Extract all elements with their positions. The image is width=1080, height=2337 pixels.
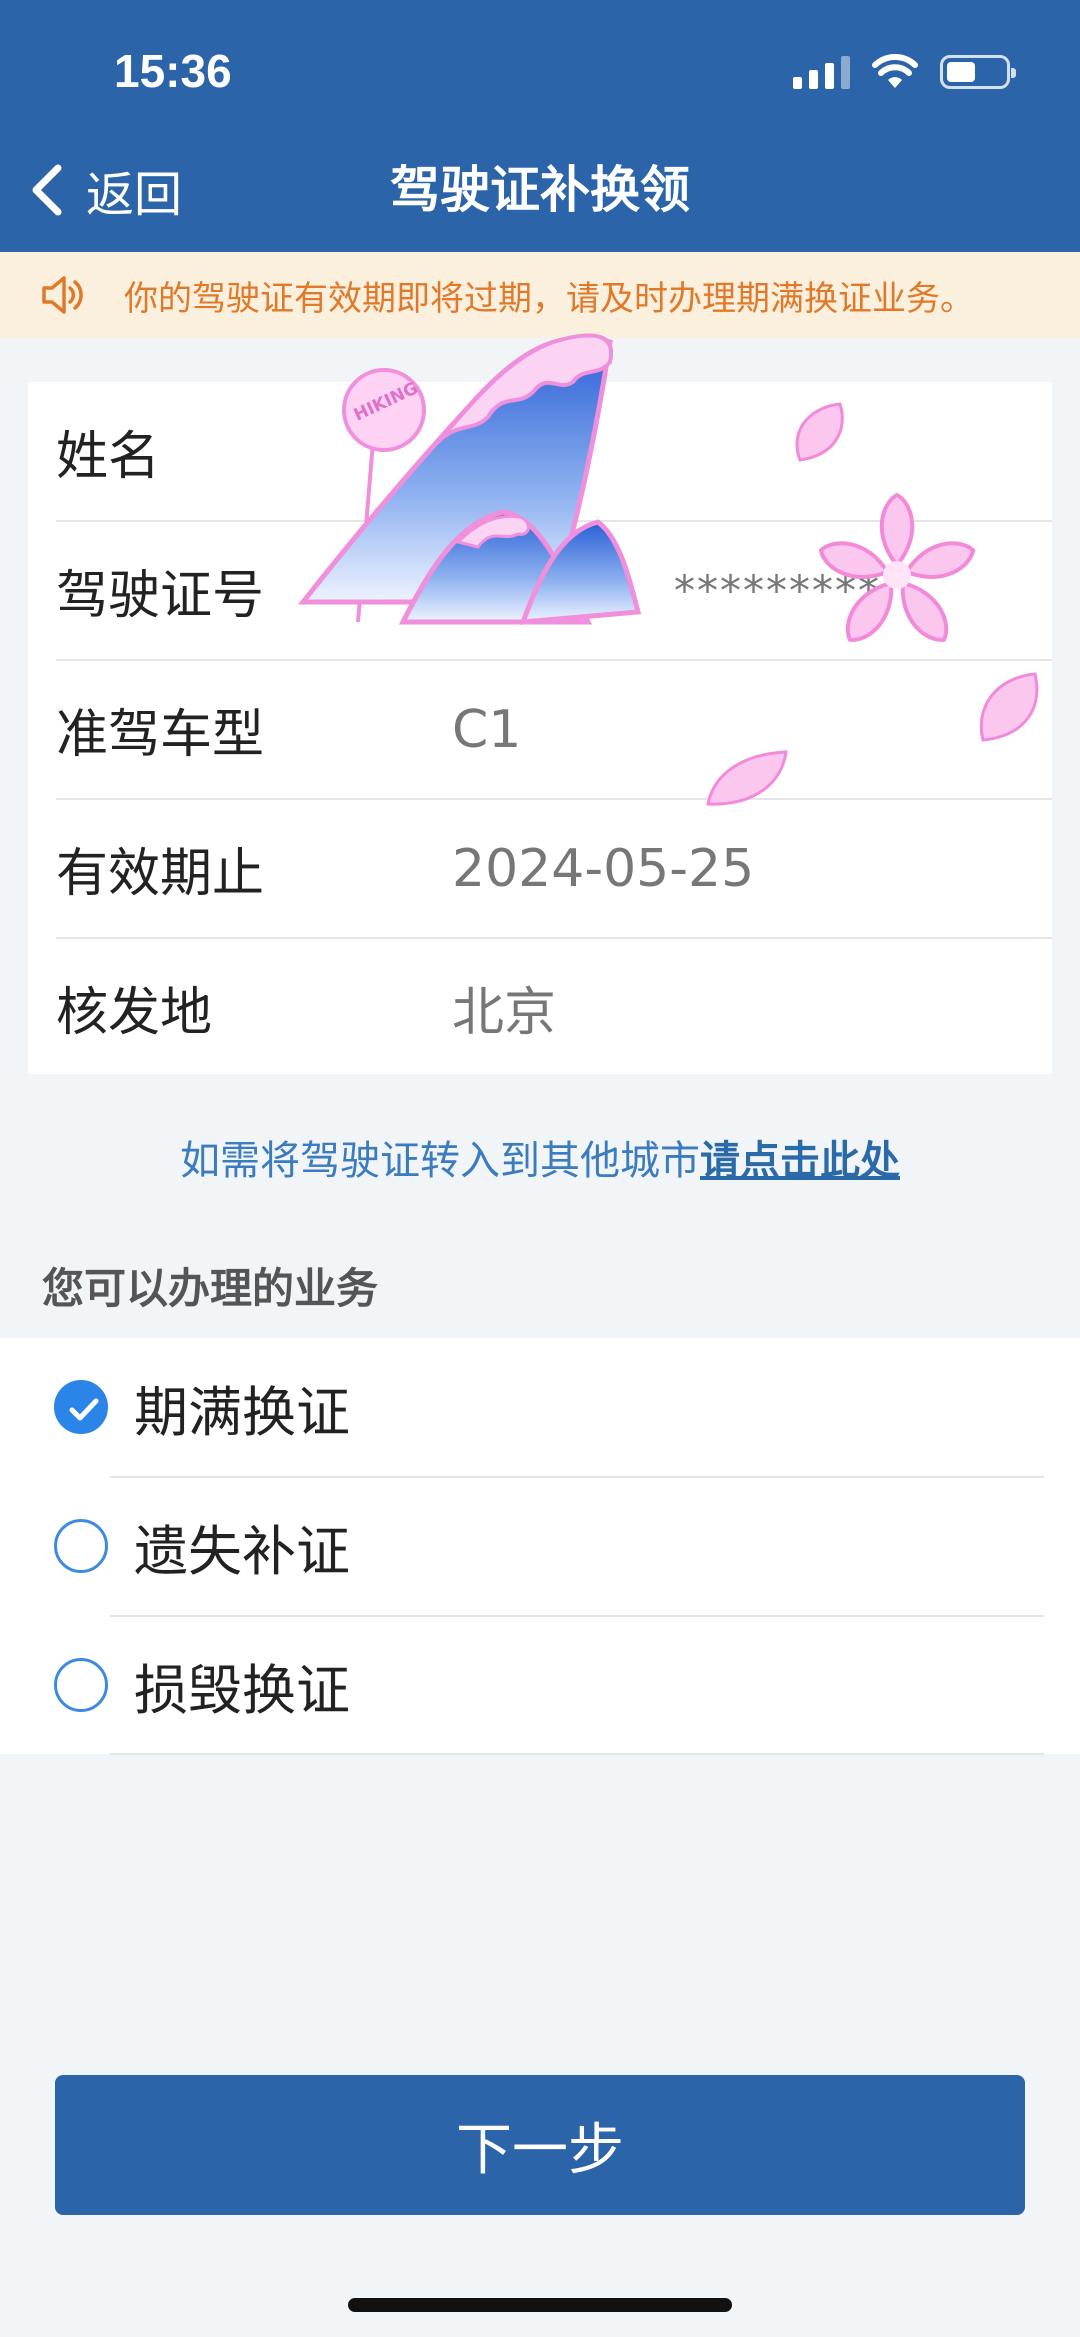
notice-text: 你的驾驶证有效期即将过期，请及时办理期满换证业务。	[124, 278, 974, 319]
info-label: 驾驶证号	[56, 566, 265, 626]
checkmark-icon	[69, 1398, 99, 1421]
info-value: *********	[674, 566, 881, 615]
info-row-issuing-place: 核发地 北京	[56, 938, 1052, 1077]
info-row-vehicle-class: 准驾车型 C1	[56, 660, 1052, 799]
status-icons	[793, 50, 1016, 94]
info-row-expiry-date: 有效期止 2024-05-25	[56, 799, 1052, 938]
divider	[110, 1753, 1044, 1755]
service-options-list: 期满换证 遗失补证 损毁换证	[0, 1338, 1080, 1755]
option-renewal[interactable]: 期满换证	[0, 1338, 1080, 1476]
wifi-icon	[872, 54, 918, 88]
transfer-hint: 如需将驾驶证转入到其他城市请点击此处	[0, 1128, 1080, 1186]
info-label: 准驾车型	[56, 705, 265, 765]
info-row-name: 姓名	[56, 382, 1052, 521]
info-label: 核发地	[56, 983, 213, 1043]
option-label: 遗失补证	[134, 1519, 350, 1583]
option-label: 期满换证	[134, 1380, 350, 1444]
option-damaged-replacement[interactable]: 损毁换证	[0, 1616, 1080, 1754]
transfer-hint-text: 如需将驾驶证转入到其他城市	[180, 1138, 700, 1184]
radio-unchecked-icon[interactable]	[54, 1658, 108, 1712]
home-indicator	[348, 2298, 732, 2312]
radio-checked-icon[interactable]	[54, 1380, 108, 1434]
driver-license-renewal-page: 15:36 返回 驾驶证补换领 你的驾驶证有效期即将过期，请及时办理期满换证业务…	[0, 0, 1080, 2337]
info-row-license-number: 驾驶证号 *********	[56, 521, 1052, 660]
transfer-link[interactable]: 请点击此处	[700, 1138, 900, 1184]
info-value: 北京	[452, 983, 557, 1043]
services-section-title: 您可以办理的业务	[42, 1264, 379, 1313]
page-title: 驾驶证补换领	[390, 161, 690, 219]
info-value: 2024-05-25	[452, 838, 755, 899]
option-label: 损毁换证	[134, 1658, 350, 1722]
option-lost-replacement[interactable]: 遗失补证	[0, 1477, 1080, 1615]
cellular-signal-icon	[793, 55, 850, 89]
battery-icon	[940, 55, 1016, 89]
status-time: 15:36	[114, 45, 232, 97]
info-label: 有效期止	[56, 844, 265, 904]
info-value: C1	[452, 699, 522, 760]
speaker-icon	[42, 276, 83, 314]
info-label: 姓名	[56, 427, 161, 487]
expiry-notice-bar: 你的驾驶证有效期即将过期，请及时办理期满换证业务。	[0, 252, 1080, 338]
radio-unchecked-icon[interactable]	[54, 1519, 108, 1573]
next-step-button[interactable]: 下一步	[55, 2075, 1025, 2215]
app-header: 15:36 返回 驾驶证补换领	[0, 0, 1080, 252]
license-info-card: 姓名 驾驶证号 ********* 准驾车型 C1 有效期止 2024-05-2…	[28, 382, 1052, 1074]
